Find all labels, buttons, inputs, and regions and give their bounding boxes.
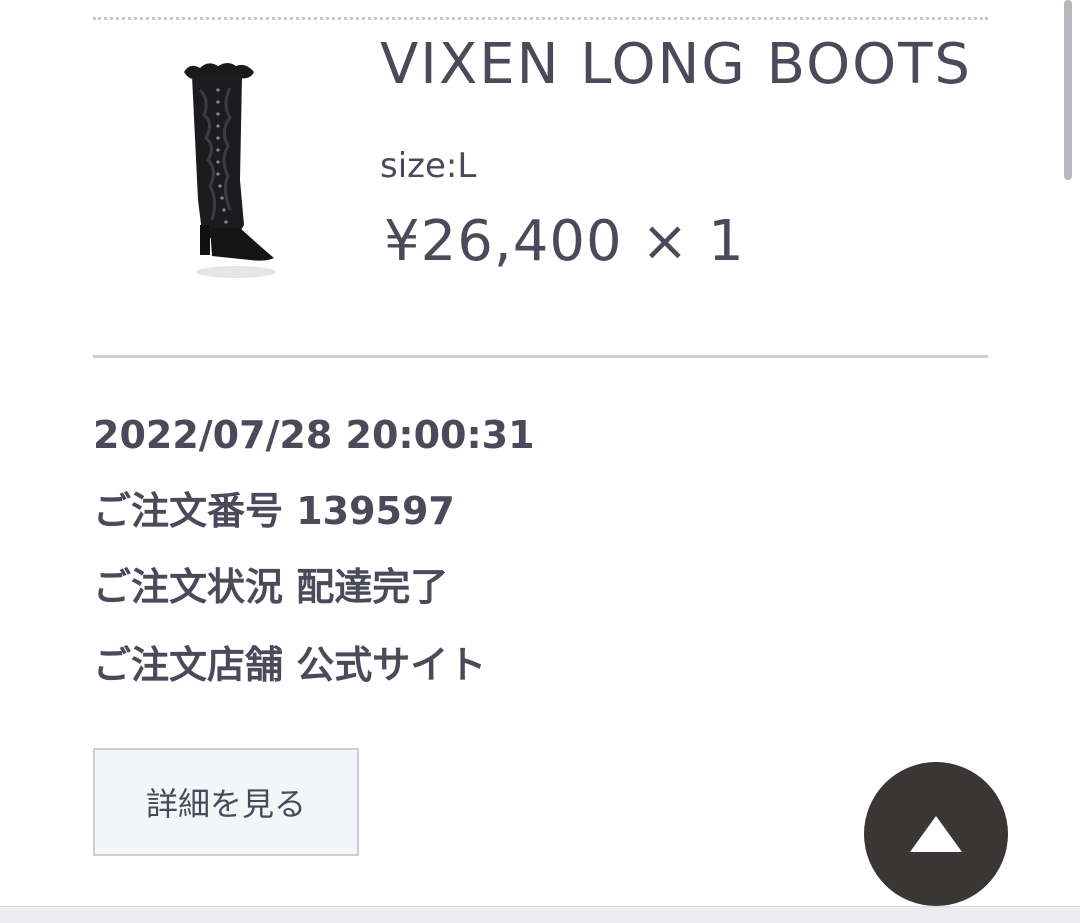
product-name[interactable]: VIXEN LONG BOOTS bbox=[380, 30, 972, 100]
order-store: ご注文店舗 公式サイト bbox=[93, 643, 487, 687]
boot-icon bbox=[184, 63, 276, 278]
scrollbar-thumb[interactable] bbox=[1064, 0, 1072, 180]
product-size: size:L bbox=[380, 146, 477, 186]
view-details-button[interactable]: 詳細を見る bbox=[93, 748, 359, 856]
scroll-to-top-button[interactable] bbox=[864, 762, 1008, 906]
product-image[interactable] bbox=[170, 60, 290, 285]
order-datetime: 2022/07/28 20:00:31 bbox=[93, 413, 535, 457]
top-dotted-divider bbox=[93, 17, 988, 20]
bottom-bar bbox=[0, 906, 1080, 923]
product-price-quantity: ¥26,400 × 1 bbox=[384, 209, 745, 274]
section-divider bbox=[93, 355, 988, 358]
triangle-up-icon bbox=[910, 816, 962, 852]
order-status: ご注文状況 配達完了 bbox=[93, 565, 449, 609]
order-number: ご注文番号 139597 bbox=[93, 489, 455, 533]
